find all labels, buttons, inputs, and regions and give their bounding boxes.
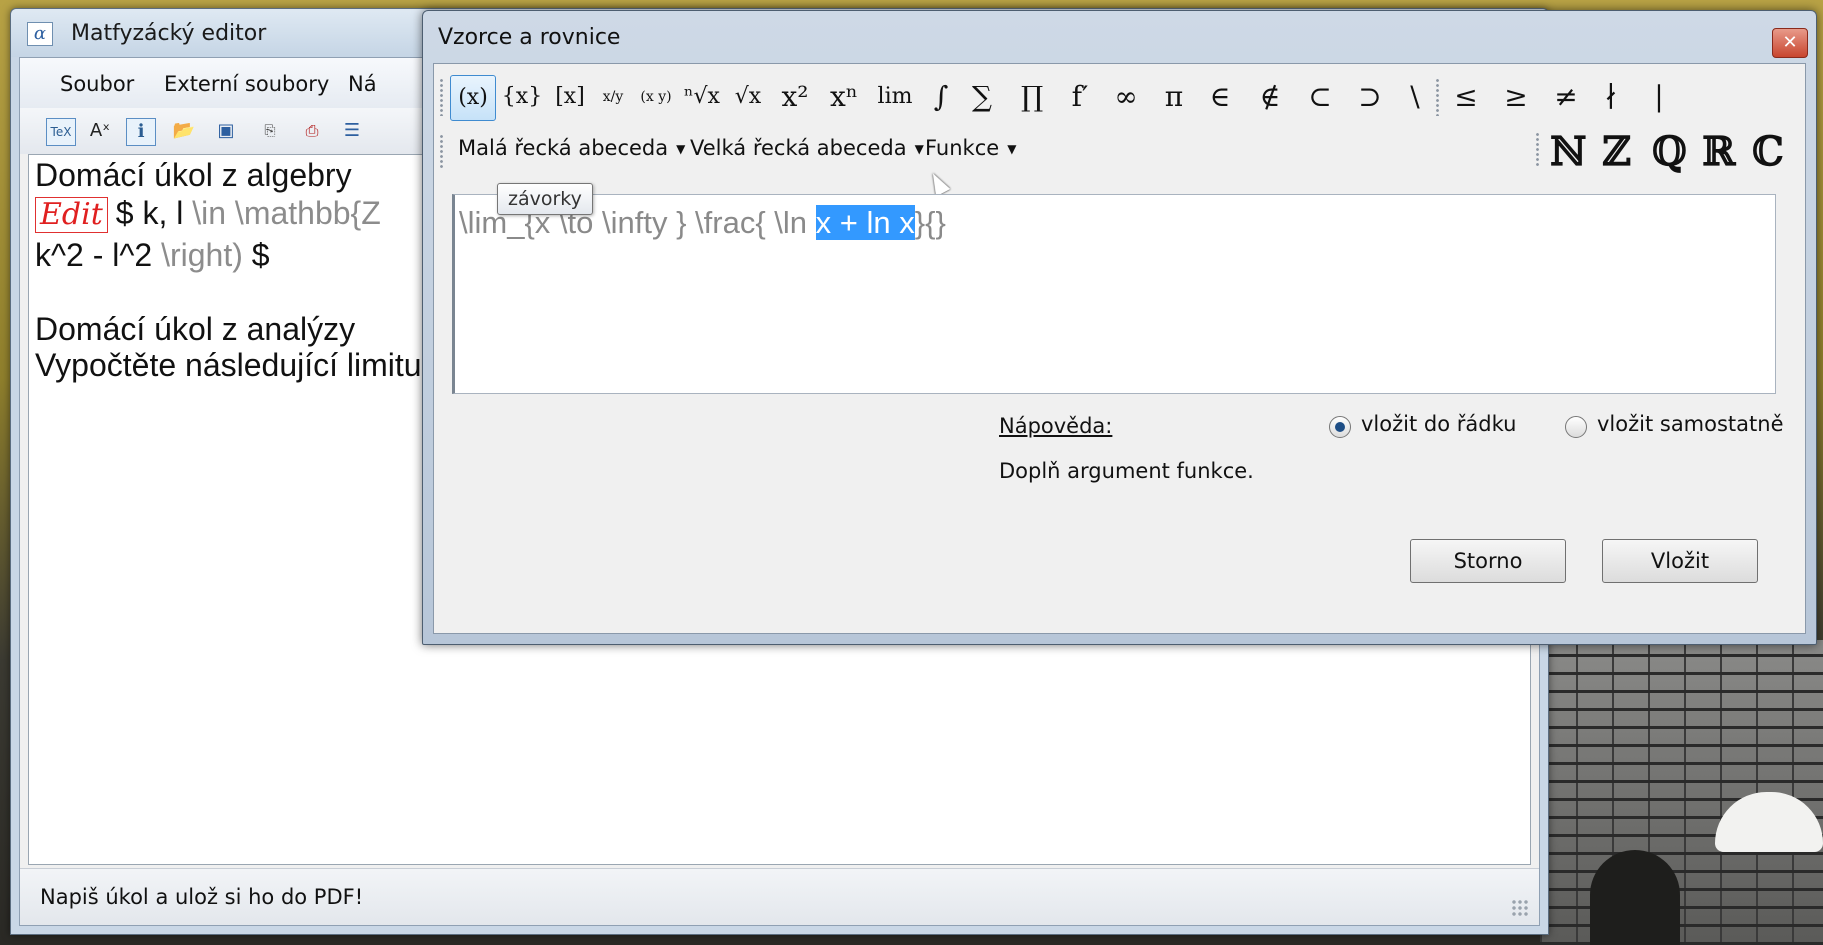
edit-badge[interactable]: Edit: [35, 197, 108, 233]
dialog-title: Vzorce a rovnice: [438, 25, 621, 50]
superscript-icon[interactable]: Aˣ: [86, 118, 114, 144]
chevron-down-icon: ▼: [1007, 142, 1017, 156]
export-icon[interactable]: ⎘: [256, 118, 284, 144]
product-button[interactable]: ∏: [1010, 75, 1054, 119]
formula-selection: x + ln x: [815, 205, 915, 240]
greater-equal-button[interactable]: ≥: [1496, 75, 1536, 119]
symbol-toolbar: (x) {x} [x] x/y (x y) ⁿ√x √x x² xⁿ lim ∫…: [440, 70, 1799, 124]
sqrt-button[interactable]: √x: [728, 75, 768, 119]
info-icon[interactable]: ℹ: [126, 118, 156, 146]
standalone-radio-label[interactable]: vložit samostatně: [1597, 412, 1784, 436]
power-button[interactable]: xⁿ: [822, 75, 866, 119]
menu-napoveda[interactable]: Ná: [348, 72, 377, 96]
dropdown-label: Malá řecká abeceda: [458, 136, 669, 160]
chevron-down-icon: ▼: [914, 142, 924, 156]
resize-grip-icon[interactable]: [1511, 899, 1529, 917]
open-folder-icon[interactable]: 📂: [170, 118, 198, 144]
doc-text: $ k, l: [115, 195, 184, 231]
functions-dropdown[interactable]: Funkce ▼: [925, 136, 1016, 160]
lowercase-greek-dropdown[interactable]: Malá řecká abeceda ▼: [458, 136, 685, 160]
save-icon[interactable]: ▣: [212, 118, 240, 144]
not-divides-button[interactable]: ∤: [1596, 75, 1626, 119]
status-text: Napiš úkol a ulož si ho do PDF!: [40, 885, 364, 909]
superset-button[interactable]: ⊃: [1350, 75, 1390, 119]
dropdown-label: Funkce: [925, 136, 1000, 160]
limit-button[interactable]: lim: [872, 75, 918, 119]
integral-button[interactable]: ∫: [926, 75, 956, 119]
tooltip: závorky: [497, 183, 593, 215]
close-button[interactable]: ✕: [1772, 28, 1808, 58]
chevron-down-icon: ▼: [676, 142, 686, 156]
list-icon[interactable]: ☰: [338, 118, 366, 144]
naturals-button[interactable]: ℕ: [1550, 128, 1587, 175]
doc-line-5: Vypočtěte následující limitu: [35, 347, 422, 383]
greek-function-toolbar: Malá řecká abeceda ▼ Velká řecká abeceda ▼…: [440, 126, 1799, 176]
doc-tex: \right): [161, 237, 243, 273]
fraction-button[interactable]: x/y: [598, 75, 628, 119]
uppercase-greek-dropdown[interactable]: Velká řecká abeceda ▼: [690, 136, 924, 160]
parentheses-button[interactable]: (x): [450, 75, 496, 121]
menu-soubor[interactable]: Soubor: [60, 72, 134, 96]
statusbar: Napiš úkol a ulož si ho do PDF!: [20, 868, 1539, 925]
set-minus-button[interactable]: \: [1400, 75, 1430, 119]
less-equal-button[interactable]: ≤: [1446, 75, 1486, 119]
doc-line-2: Edit $ k, l \in \mathbb{Z: [35, 195, 381, 233]
square-button[interactable]: x²: [774, 75, 816, 119]
subset-button[interactable]: ⊂: [1300, 75, 1340, 119]
toolbar-grip-icon[interactable]: [440, 134, 443, 168]
toolbar-grip-icon[interactable]: [1536, 132, 1539, 166]
inline-radio-label[interactable]: vložit do řádku: [1361, 412, 1516, 436]
doc-text: $: [251, 237, 270, 273]
brackets-button[interactable]: [x]: [548, 75, 592, 119]
complex-button[interactable]: ℂ: [1752, 128, 1784, 175]
desktop-background-person: [1590, 850, 1680, 945]
menu-externi-soubory[interactable]: Externí soubory: [164, 72, 329, 96]
divides-button[interactable]: |: [1644, 75, 1674, 119]
doc-line-1: Domácí úkol z algebry: [35, 157, 352, 193]
not-element-of-button[interactable]: ∉: [1250, 75, 1290, 119]
insert-button[interactable]: Vložit: [1602, 539, 1758, 583]
help-label: Nápověda:: [999, 414, 1113, 438]
toolbar-grip-icon[interactable]: [440, 78, 443, 116]
reals-button[interactable]: ℝ: [1702, 128, 1735, 175]
tex-icon[interactable]: TeX: [46, 118, 76, 146]
pdf-icon[interactable]: ⎙: [298, 118, 326, 144]
doc-line-3: k^2 - l^2 \right) $: [35, 237, 270, 274]
rationals-button[interactable]: ℚ: [1652, 128, 1687, 175]
standalone-radio[interactable]: [1565, 416, 1587, 438]
braces-button[interactable]: {x}: [500, 75, 544, 119]
formula-text: }{}: [914, 205, 946, 240]
toolbar-grip-icon[interactable]: [1436, 78, 1439, 116]
app-alpha-icon: α: [27, 22, 53, 46]
formula-input[interactable]: \lim_{x \to \infty } \frac{ \ln x + ln x…: [452, 194, 1776, 394]
pi-button[interactable]: π: [1152, 75, 1196, 119]
inline-radio[interactable]: [1329, 416, 1351, 438]
binomial-button[interactable]: (x y): [636, 75, 676, 119]
element-of-button[interactable]: ∈: [1200, 75, 1240, 119]
derivative-button[interactable]: f′: [1060, 75, 1100, 119]
nth-root-button[interactable]: ⁿ√x: [682, 75, 722, 119]
help-text: Doplň argument funkce.: [999, 459, 1254, 483]
not-equal-button[interactable]: ≠: [1546, 75, 1586, 119]
infinity-button[interactable]: ∞: [1104, 75, 1148, 119]
integers-button[interactable]: ℤ: [1602, 128, 1631, 175]
formula-dialog: Vzorce a rovnice ✕ (x) {x} [x] x/y (x y)…: [422, 10, 1817, 645]
doc-text: k^2 - l^2: [35, 237, 153, 273]
dropdown-label: Velká řecká abeceda: [690, 136, 907, 160]
doc-tex: \in \mathbb{Z: [192, 195, 381, 231]
sum-button[interactable]: ∑: [960, 75, 1004, 119]
dialog-client-area: (x) {x} [x] x/y (x y) ⁿ√x √x x² xⁿ lim ∫…: [433, 63, 1806, 634]
cancel-button[interactable]: Storno: [1410, 539, 1566, 583]
doc-line-4: Domácí úkol z analýzy: [35, 311, 356, 347]
main-window-title: Matfyzácký editor: [71, 21, 267, 46]
